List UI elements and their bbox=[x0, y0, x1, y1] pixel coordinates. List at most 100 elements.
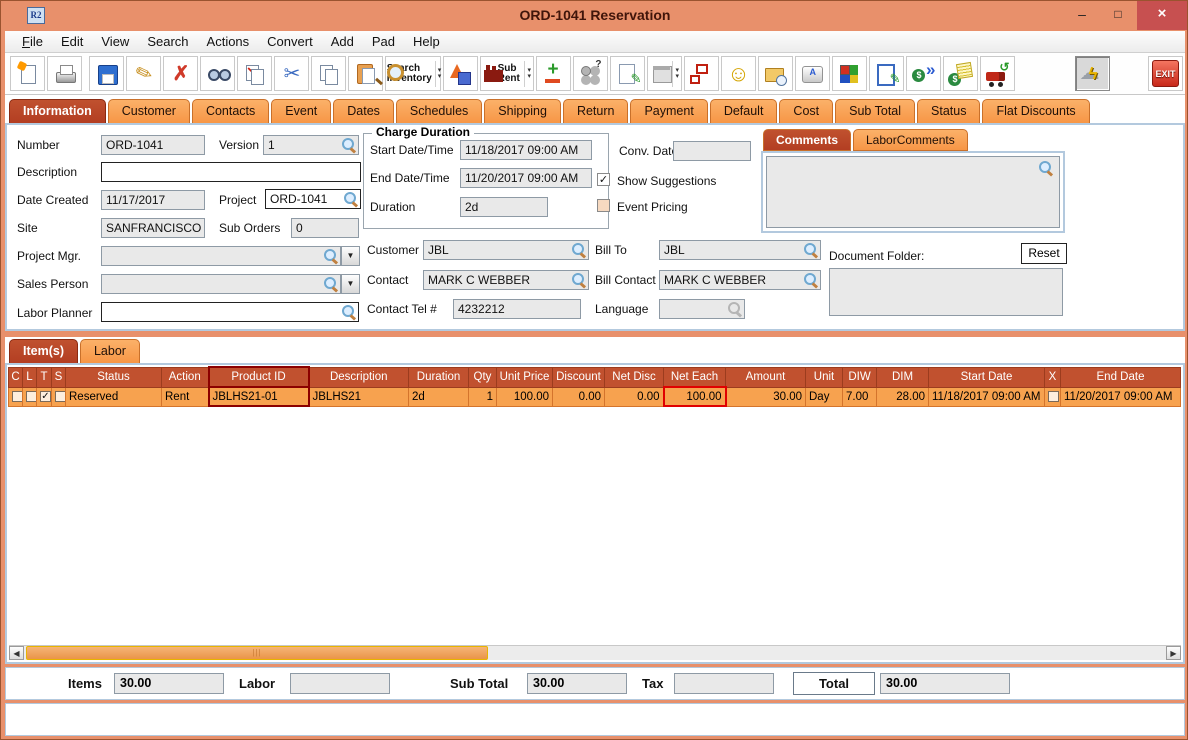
col-discount[interactable]: Discount bbox=[552, 366, 605, 388]
cell-net-disc[interactable]: 0.00 bbox=[604, 386, 664, 407]
col-t[interactable]: T bbox=[36, 366, 52, 388]
tab-default[interactable]: Default bbox=[709, 99, 778, 123]
col-unit-price[interactable]: Unit Price bbox=[496, 366, 553, 388]
project-mgr-search-icon[interactable] bbox=[324, 249, 338, 263]
tab-comments[interactable]: Comments bbox=[763, 129, 852, 151]
comments-search-icon[interactable] bbox=[1039, 161, 1053, 175]
minimize-button[interactable]: – bbox=[1067, 1, 1097, 29]
col-x[interactable]: X bbox=[1044, 366, 1061, 388]
sales-person-dropdown[interactable]: ▼ bbox=[341, 274, 360, 294]
site-field[interactable]: SANFRANCISCO bbox=[101, 218, 205, 238]
dollar-forward-button[interactable] bbox=[905, 56, 941, 91]
col-start-date[interactable]: Start Date bbox=[928, 366, 1045, 388]
description-field[interactable] bbox=[101, 162, 361, 182]
project-mgr-field[interactable] bbox=[101, 246, 341, 266]
tab-items[interactable]: Item(s) bbox=[9, 339, 78, 363]
document-folder-box[interactable] bbox=[829, 268, 1063, 316]
tab-schedules[interactable]: Schedules bbox=[395, 99, 483, 123]
col-action[interactable]: Action bbox=[161, 366, 209, 388]
paste-button[interactable] bbox=[348, 56, 384, 91]
exit-button[interactable]: EXIT bbox=[1147, 56, 1183, 91]
tab-cost[interactable]: Cost bbox=[779, 99, 834, 123]
smiley-button[interactable]: ☺ bbox=[720, 56, 756, 91]
cell-discount[interactable]: 0.00 bbox=[552, 386, 605, 407]
tab-status[interactable]: Status bbox=[917, 99, 981, 123]
edit-button[interactable]: ✎ bbox=[126, 56, 162, 91]
cell-qty[interactable]: 1 bbox=[468, 386, 497, 407]
bill-to-field[interactable]: JBL bbox=[659, 240, 821, 260]
cell-unit[interactable]: Day bbox=[805, 386, 843, 407]
cell-end-date[interactable]: 11/20/2017 09:00 AM bbox=[1060, 386, 1181, 407]
col-product-id[interactable]: Product ID bbox=[207, 366, 310, 388]
start-datetime-field[interactable]: 11/18/2017 09:00 AM bbox=[460, 140, 592, 160]
tab-dates[interactable]: Dates bbox=[333, 99, 394, 123]
search-inventory-dropdown[interactable]: ▾ ▾ bbox=[434, 60, 441, 87]
save-button[interactable] bbox=[89, 56, 125, 91]
new-order-button[interactable] bbox=[10, 56, 45, 91]
cell-l[interactable] bbox=[22, 386, 37, 407]
tab-event[interactable]: Event bbox=[271, 99, 332, 123]
l-checkbox[interactable] bbox=[26, 390, 36, 402]
event-pricing-checkbox[interactable] bbox=[597, 199, 610, 212]
reset-button[interactable]: Reset bbox=[1021, 243, 1067, 264]
customer-field[interactable]: JBL bbox=[423, 240, 589, 260]
cell-product-id[interactable]: JBLHS21-01 bbox=[207, 386, 310, 407]
col-description[interactable]: Description bbox=[308, 366, 409, 388]
s-checkbox[interactable] bbox=[55, 390, 65, 402]
col-unit[interactable]: Unit bbox=[805, 366, 843, 388]
close-button[interactable]: × bbox=[1137, 1, 1187, 30]
col-end-date[interactable]: End Date bbox=[1060, 366, 1181, 388]
col-net-disc[interactable]: Net Disc bbox=[604, 366, 664, 388]
truck-button[interactable]: ↺ bbox=[979, 56, 1015, 91]
maximize-button[interactable]: □ bbox=[1103, 1, 1133, 29]
date-created-field[interactable]: 11/17/2017 bbox=[101, 190, 205, 210]
project-mgr-dropdown[interactable]: ▼ bbox=[341, 246, 360, 266]
menu-edit[interactable]: Edit bbox=[52, 32, 92, 51]
dollar-list-button[interactable] bbox=[942, 56, 978, 91]
show-suggestions-checkbox[interactable]: ✓ bbox=[597, 173, 610, 186]
cell-diw[interactable]: 7.00 bbox=[842, 386, 877, 407]
menu-file[interactable]: File bbox=[13, 32, 52, 51]
cell-t[interactable]: ✓ bbox=[36, 386, 52, 407]
cell-dim[interactable]: 28.00 bbox=[876, 386, 929, 407]
c-checkbox[interactable] bbox=[12, 390, 22, 402]
version-search-icon[interactable] bbox=[342, 138, 356, 152]
sales-person-field[interactable] bbox=[101, 274, 341, 294]
x-checkbox[interactable] bbox=[1048, 390, 1059, 402]
project-search-icon[interactable] bbox=[344, 192, 358, 206]
sub-rent-button[interactable]: Sub Rent ▾ ▾ bbox=[479, 56, 534, 91]
duration-field[interactable]: 2d bbox=[460, 197, 548, 217]
sub-orders-field[interactable]: 0 bbox=[291, 218, 359, 238]
shortcut-key-button[interactable] bbox=[794, 56, 830, 91]
cell-c[interactable] bbox=[8, 386, 23, 407]
menu-help[interactable]: Help bbox=[404, 32, 449, 51]
copy-button[interactable] bbox=[311, 56, 347, 91]
org-chart-button[interactable] bbox=[683, 56, 719, 91]
contact-field[interactable]: MARK C WEBBER bbox=[423, 270, 589, 290]
notes-button[interactable]: ✎ bbox=[609, 56, 645, 91]
inventory-cubes-button[interactable] bbox=[831, 56, 867, 91]
cell-net-each[interactable]: 100.00 bbox=[662, 386, 727, 407]
cell-amount[interactable]: 30.00 bbox=[725, 386, 806, 407]
col-dim[interactable]: DIM bbox=[876, 366, 929, 388]
contact-tel-field[interactable]: 4232212 bbox=[453, 299, 581, 319]
scroll-left-button[interactable]: ◀ bbox=[9, 646, 24, 660]
end-datetime-field[interactable]: 11/20/2017 09:00 AM bbox=[460, 168, 592, 188]
cut-button[interactable]: ✂ bbox=[274, 56, 310, 91]
cell-description[interactable]: JBLHS21 bbox=[308, 386, 409, 407]
add-remove-button[interactable] bbox=[535, 56, 571, 91]
col-net-each[interactable]: Net Each bbox=[663, 366, 726, 388]
menu-actions[interactable]: Actions bbox=[198, 32, 259, 51]
scrollbar-thumb[interactable] bbox=[26, 646, 488, 660]
menu-search[interactable]: Search bbox=[138, 32, 197, 51]
options-button[interactable] bbox=[572, 56, 608, 91]
tab-shipping[interactable]: Shipping bbox=[484, 99, 561, 123]
col-amount[interactable]: Amount bbox=[725, 366, 806, 388]
tab-payment[interactable]: Payment bbox=[630, 99, 708, 123]
folder-history-button[interactable] bbox=[757, 56, 793, 91]
lightning-button[interactable]: ☁ ϟ bbox=[1074, 56, 1110, 91]
tab-return[interactable]: Return bbox=[562, 99, 629, 123]
cell-s[interactable] bbox=[51, 386, 66, 407]
menu-convert[interactable]: Convert bbox=[258, 32, 322, 51]
sales-person-search-icon[interactable] bbox=[324, 277, 338, 291]
